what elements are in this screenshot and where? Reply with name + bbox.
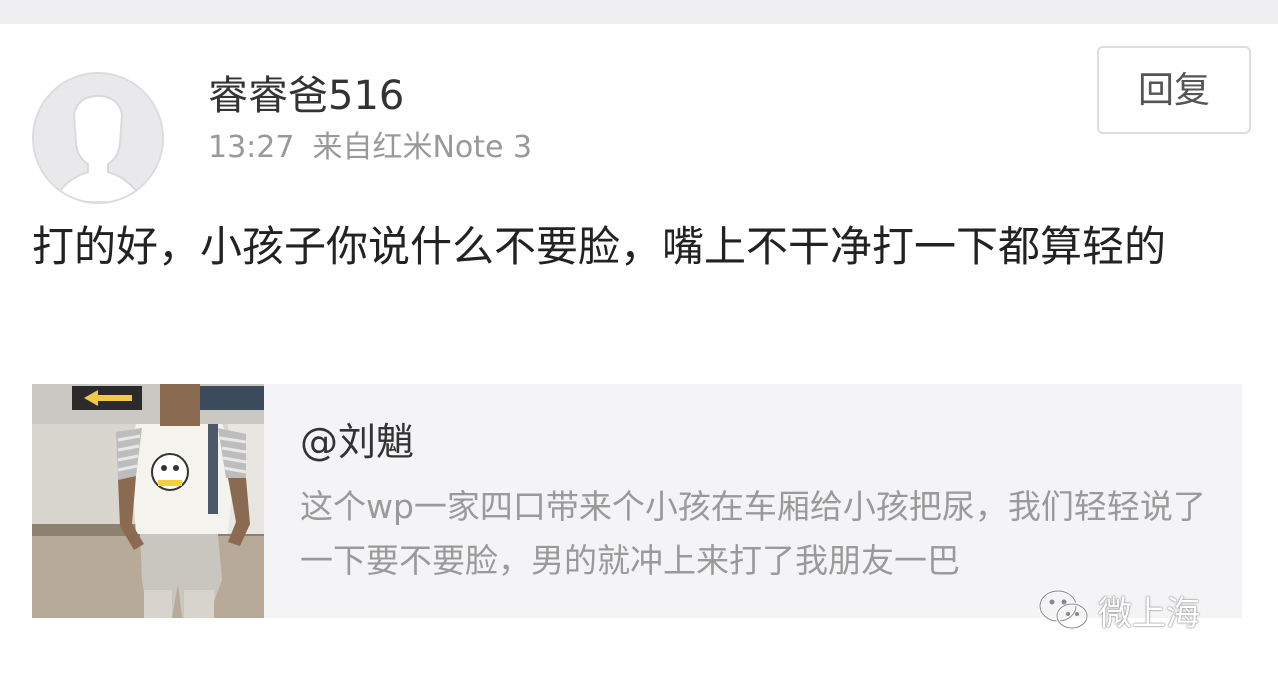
post-source: 来自红米Note 3 xyxy=(312,130,533,165)
wechat-icon xyxy=(1038,589,1089,630)
avatar[interactable] xyxy=(32,72,164,204)
top-separator xyxy=(0,0,1278,24)
username[interactable]: 睿睿爸516 xyxy=(208,72,404,120)
quoted-post-text: 这个wp一家四口带来个小孩在车厢给小孩把尿，我们轻轻说了一下要不要脸，男的就冲上… xyxy=(300,487,1206,580)
quoted-post-author[interactable]: @刘魈 xyxy=(300,418,414,466)
post-meta: 13:27 来自红米Note 3 xyxy=(208,128,532,168)
watermark-text: 微上海 xyxy=(1098,593,1200,634)
watermark: 微上海 xyxy=(1038,586,1200,634)
reply-button[interactable]: 回复 xyxy=(1097,46,1251,134)
comment-text: 打的好，小孩子你说什么不要脸，嘴上不干净打一下都算轻的 xyxy=(32,222,1167,271)
post-time: 13:27 xyxy=(208,130,295,165)
default-avatar-icon xyxy=(34,74,162,202)
quoted-post-card[interactable]: @刘魈 这个wp一家四口带来个小孩在车厢给小孩把尿，我们轻轻说了一下要不要脸，男… xyxy=(32,384,1242,618)
quoted-post-thumbnail xyxy=(32,384,264,618)
